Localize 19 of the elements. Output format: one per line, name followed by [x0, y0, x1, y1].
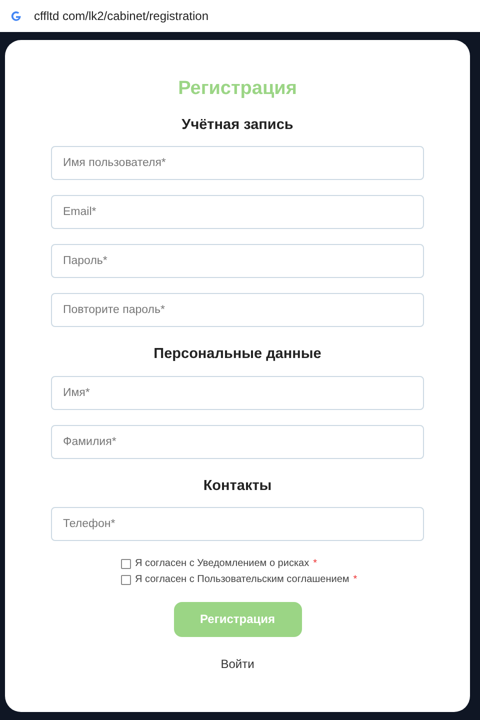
- required-mark: *: [313, 557, 318, 572]
- input-field[interactable]: Email*: [51, 195, 424, 230]
- input-field[interactable]: Фамилия*: [51, 424, 424, 459]
- form-title: Регистрация: [178, 78, 297, 101]
- required-mark: *: [353, 573, 358, 588]
- google-icon: [10, 10, 22, 22]
- input-field[interactable]: Повторите пароль*: [51, 293, 424, 328]
- checkbox[interactable]: [121, 574, 131, 585]
- input-field[interactable]: Телефон*: [51, 506, 424, 541]
- section-heading: Персональные данные: [154, 346, 322, 364]
- section-heading: Учётная запись: [182, 116, 294, 134]
- input-field[interactable]: Имя*: [51, 376, 424, 410]
- login-link[interactable]: Войти: [220, 654, 254, 673]
- agreement-label: Я согласен с Уведомлением о рисках: [135, 557, 310, 572]
- checkbox[interactable]: [121, 558, 131, 569]
- input-field[interactable]: Пароль*: [51, 244, 424, 278]
- input-field[interactable]: Имя пользователя*: [51, 146, 424, 180]
- section-heading: Контакты: [203, 478, 272, 495]
- agreement-label: Я согласен с Пользовательским соглашением: [135, 573, 350, 588]
